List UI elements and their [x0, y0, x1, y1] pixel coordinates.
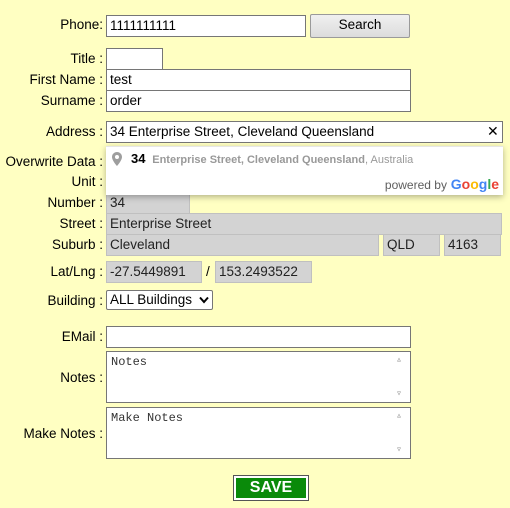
latlng-label: Lat/Lng : [50, 264, 103, 279]
email-label: EMail : [61, 329, 103, 344]
surname-label: Surname : [40, 93, 103, 108]
google-logo: Google [450, 176, 499, 192]
location-pin-icon [112, 152, 122, 166]
notes-scrollbar[interactable]: ▵ ▿ [396, 354, 408, 400]
lng-field: 153.2493522 [215, 261, 312, 283]
make-notes-placeholder: Make Notes [111, 411, 184, 425]
postcode-field: 4163 [444, 234, 501, 256]
surname-input[interactable]: order [106, 90, 411, 112]
phone-label: Phone: [60, 17, 103, 32]
latlng-separator: / [206, 264, 210, 279]
building-select[interactable]: ALL Buildings [106, 290, 213, 310]
lat-field: -27.5449891 [106, 261, 202, 283]
powered-by-text: powered by [384, 178, 447, 192]
suggestion-main-text: 34 [131, 151, 146, 166]
suburb-field: Cleveland [106, 234, 379, 256]
address-value: 34 Enterprise Street, Cleveland Queensla… [110, 124, 375, 139]
building-select-value: ALL Buildings [110, 292, 193, 307]
notes-label: Notes : [60, 370, 103, 385]
first-name-label: First Name : [29, 72, 103, 87]
autocomplete-suggestion[interactable]: 34 Enterprise Street, Cleveland Queensla… [106, 147, 503, 172]
address-label: Address : [45, 124, 103, 139]
title-label: Title : [70, 51, 103, 66]
suggestion-secondary-rest: , Australia [364, 154, 414, 166]
title-input[interactable] [106, 48, 163, 70]
street-field: Enterprise Street [106, 213, 502, 235]
chevron-down-icon [199, 296, 209, 304]
state-field: QLD [383, 234, 440, 256]
notes-textarea[interactable]: Notes ▵ ▿ [106, 351, 411, 403]
email-input[interactable] [106, 326, 411, 348]
save-button[interactable]: SAVE [233, 475, 309, 501]
suggestion-secondary-bold: Enterprise Street, Cleveland Queensland [152, 154, 365, 166]
first-name-input[interactable]: test [106, 69, 411, 91]
number-label: Number : [47, 195, 103, 210]
make-notes-textarea[interactable]: Make Notes ▵ ▿ [106, 407, 411, 459]
street-label: Street : [59, 216, 103, 231]
notes-placeholder: Notes [111, 355, 148, 369]
building-label: Building : [47, 293, 103, 308]
search-button[interactable]: Search [310, 14, 410, 38]
make-notes-scrollbar[interactable]: ▵ ▿ [396, 410, 408, 456]
phone-input[interactable]: 1111111111 [106, 15, 306, 37]
make-notes-label: Make Notes : [23, 426, 103, 441]
powered-by-google: powered by Google [385, 176, 499, 192]
clear-icon[interactable]: ✕ [487, 123, 499, 140]
unit-label: Unit : [71, 174, 103, 189]
number-field: 34 [106, 192, 190, 214]
overwrite-data-label: Overwrite Data : [5, 154, 103, 169]
address-input[interactable]: 34 Enterprise Street, Cleveland Queensla… [106, 121, 503, 143]
address-autocomplete-dropdown: 34 Enterprise Street, Cleveland Queensla… [106, 146, 503, 195]
suburb-label: Suburb : [51, 237, 103, 252]
